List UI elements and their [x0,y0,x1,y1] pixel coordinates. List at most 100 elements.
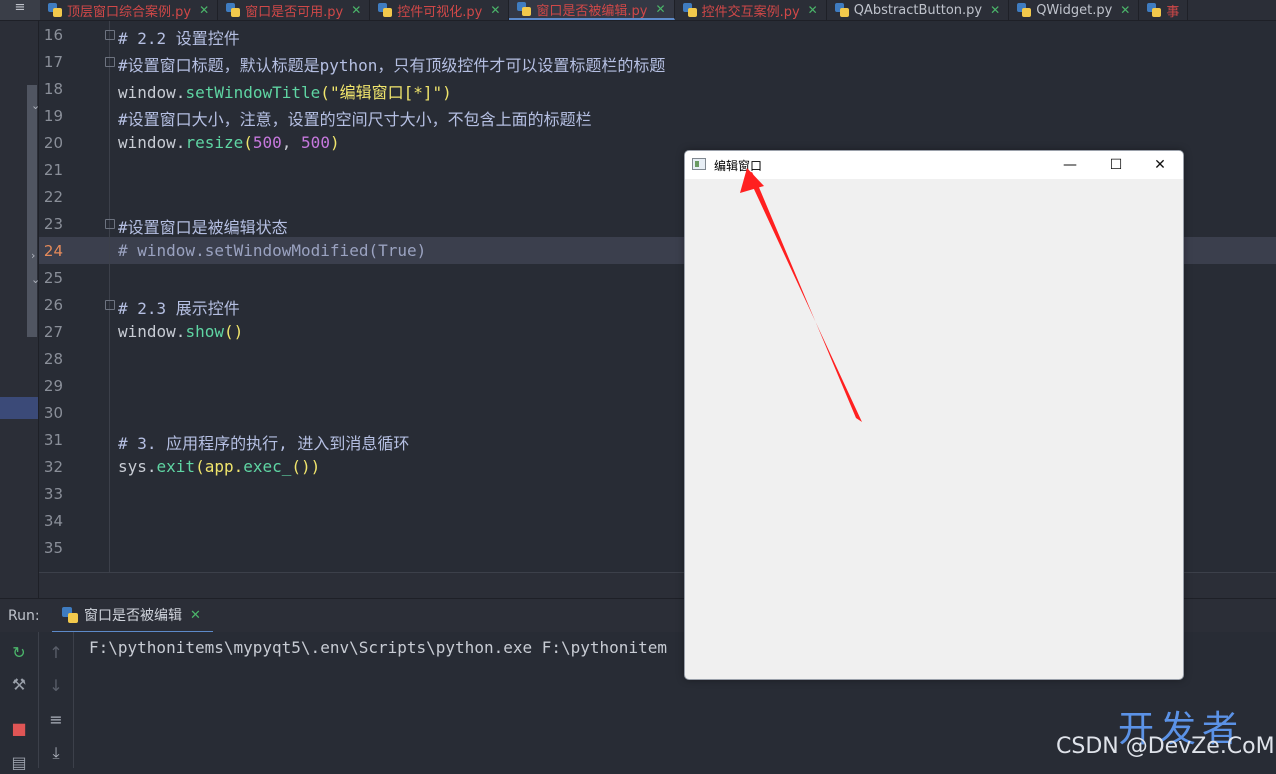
menu-icon[interactable]: ≡ [0,0,40,20]
line-number: 28 [43,350,63,368]
qt-title-bar[interactable]: 编辑窗口 — ☐ ✕ [685,151,1183,179]
line-number: 26 [43,296,63,314]
arrow-down-icon[interactable]: ↓ [45,675,67,697]
code-token-string: "编辑窗口[*]" [329,83,443,102]
python-file-icon [834,3,849,17]
line-number-gutter: 16 17 18 19 20 21 22 23 24 25 26 27 28 2… [39,21,110,573]
code-line-17[interactable]: #设置窗口标题，默认标题是python，只有顶级控件才可以设置标题栏的标题 [118,52,665,76]
close-icon[interactable]: ✕ [199,3,209,17]
maximize-button[interactable]: ☐ [1093,151,1139,179]
line-number: 32 [43,458,63,476]
code-line-27[interactable]: window.show() [118,322,243,341]
code-token-function: exec_ [243,457,292,476]
tab-qwidget[interactable]: QWidget.py ✕ [1009,0,1140,20]
line-number: 31 [43,431,63,449]
qt-preview-window[interactable]: 编辑窗口 — ☐ ✕ [684,150,1184,680]
code-token-function: show [185,322,224,341]
code-token-function: exit [156,457,196,476]
code-line-31[interactable]: # 3. 应用程序的执行, 进入到消息循环 [118,430,409,454]
code-line-19[interactable]: #设置窗口大小，注意，设置的空间尺寸大小，不包含上面的标题栏 [118,106,592,130]
selected-tool-indicator [0,397,38,419]
line-number: 19 [43,107,63,125]
tab-overflow[interactable]: 事 [1139,0,1189,20]
fold-marker-icon[interactable] [105,30,115,40]
fold-marker-icon[interactable] [105,300,115,310]
fold-marker-icon[interactable] [105,57,115,67]
console-output[interactable]: F:\pythonitems\mypyqt5\.env\Scripts\pyth… [89,638,667,657]
run-secondary-toolbar: ↑ ↓ ≡ ⤓ [39,632,74,768]
fold-marker-icon[interactable] [105,219,115,229]
run-label: Run: [8,608,40,624]
layout-icon[interactable]: ▤ [8,752,30,774]
tab-label: QWidget.py [1036,2,1113,18]
close-icon[interactable]: ✕ [656,2,666,16]
close-button[interactable]: ✕ [1137,151,1183,179]
line-number: 23 [43,215,63,233]
python-file-icon [62,607,78,623]
code-line-16[interactable]: # 2.2 设置控件 [118,25,240,49]
code-token-paren: ) [442,83,452,102]
scroll-to-end-icon[interactable]: ⤓ [45,742,67,764]
tab-label: 窗口是否可用.py [245,4,344,20]
tab-kongjian-keshihua[interactable]: 控件可视化.py ✕ [370,0,510,20]
code-line-32[interactable]: sys.exit(app.exec_()) [118,457,320,476]
code-line-23[interactable]: #设置窗口是被编辑状态 [118,214,288,238]
code-token-number: 500 [301,133,330,152]
stop-icon[interactable]: ■ [8,718,30,740]
line-number: 30 [43,404,63,422]
wrench-icon[interactable]: ⚒ [8,674,30,696]
line-number: 18 [43,80,63,98]
code-token: sys. [118,457,157,476]
code-token: window. [118,83,186,102]
window-app-icon [692,158,706,170]
watermark: 开发者 CSDN @DevZe.CoM [1056,700,1276,768]
code-line-18[interactable]: window.setWindowTitle("编辑窗口[*]") [118,79,452,103]
chevron-right-icon[interactable]: › [31,249,35,262]
code-token-paren: ) [329,133,340,152]
line-number-current: 24 [43,242,63,260]
tab-label: QAbstractButton.py [853,2,983,18]
watermark-text: CSDN @DevZe.CoM [1056,734,1275,759]
tab-dingceng[interactable]: 顶层窗口综合案例.py ✕ [40,0,219,20]
rerun-icon[interactable]: ↻ [8,642,30,664]
soft-wrap-icon[interactable]: ≡ [45,709,67,731]
qt-window-title: 编辑窗口 [714,159,763,173]
line-number: 22 [43,188,63,206]
close-icon[interactable]: ✕ [808,3,818,17]
tab-kongjian-jiaohu[interactable]: 控件交互案例.py ✕ [675,0,827,20]
code-token-paren: ()) [291,457,321,476]
arrow-up-icon[interactable]: ↑ [45,642,67,664]
tab-qabstractbutton[interactable]: QAbstractButton.py ✕ [827,0,1010,20]
python-file-icon [226,3,241,17]
structure-panel-bar[interactable] [27,85,37,337]
close-icon[interactable]: ✕ [990,3,1000,17]
code-token: window. [118,133,186,152]
tab-label: 窗口是否被编辑.py [536,3,648,19]
line-number: 29 [43,377,63,395]
line-number: 34 [43,512,63,530]
code-line-20[interactable]: window.resize(500, 500) [118,133,340,152]
close-icon[interactable]: ✕ [490,3,500,17]
line-number: 21 [43,161,63,179]
tab-chuangkou-bianji[interactable]: 窗口是否被编辑.py ✕ [509,0,675,20]
line-number: 20 [43,134,63,152]
editor-tab-bar: ≡ 顶层窗口综合案例.py ✕ 窗口是否可用.py ✕ 控件可视化.py ✕ 窗口是否… [0,0,1276,21]
line-number: 27 [43,323,63,341]
run-tab[interactable]: 窗口是否被编辑 ✕ [52,599,213,633]
close-icon[interactable]: ✕ [1120,3,1130,17]
code-token-paren: ( [320,83,330,102]
close-icon[interactable]: ✕ [351,3,361,17]
python-file-icon [48,3,62,17]
left-tool-strip: ⌄ › ⌄ [0,21,40,598]
tab-chuangkou-keyong[interactable]: 窗口是否可用.py ✕ [218,0,371,20]
code-token: , [281,133,302,152]
code-token-paren: () [223,322,244,341]
tab-label: 顶层窗口综合案例.py [67,4,192,20]
code-line-24[interactable]: # window.setWindowModified(True) [118,241,426,260]
code-token: window. [118,322,186,341]
python-file-icon [1017,3,1032,17]
close-icon[interactable]: ✕ [190,608,201,623]
code-line-26[interactable]: # 2.3 展示控件 [118,295,240,319]
run-toolbar: ↻ ⚒ ■ ▤ [0,632,39,772]
minimize-button[interactable]: — [1047,151,1093,179]
